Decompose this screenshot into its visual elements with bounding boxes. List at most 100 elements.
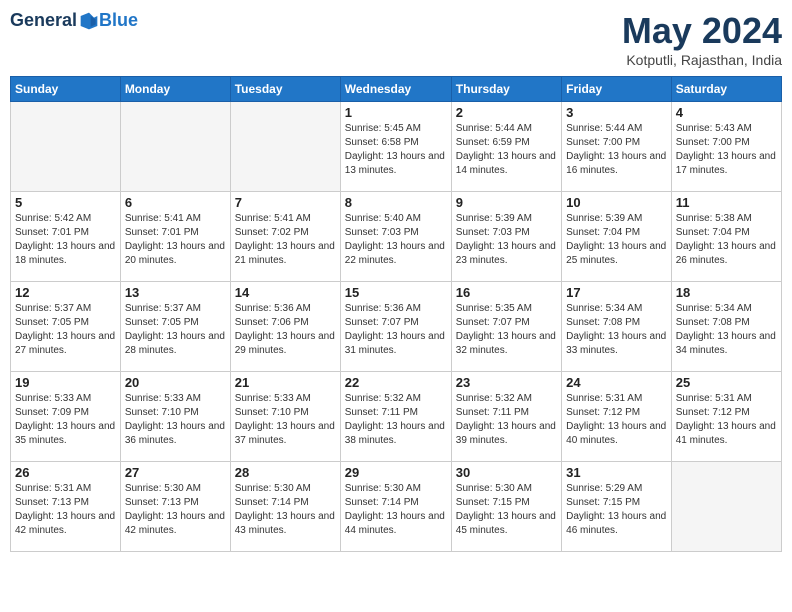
- day-info: Sunrise: 5:45 AMSunset: 6:58 PMDaylight:…: [345, 122, 447, 178]
- day-info: Sunrise: 5:34 AMSunset: 7:08 PMDaylight:…: [676, 302, 777, 358]
- day-info: Sunrise: 5:30 AMSunset: 7:14 PMDaylight:…: [235, 482, 336, 538]
- weekday-header: Thursday: [451, 77, 561, 102]
- calendar-cell: 30 Sunrise: 5:30 AMSunset: 7:15 PMDayligh…: [451, 462, 561, 552]
- day-number: 15: [345, 285, 447, 300]
- day-info: Sunrise: 5:32 AMSunset: 7:11 PMDaylight:…: [345, 392, 447, 448]
- calendar-cell: 31 Sunrise: 5:29 AMSunset: 7:15 PMDayligh…: [562, 462, 672, 552]
- calendar-cell: 1Sunrise: 5:45 AMSunset: 6:58 PMDaylight…: [340, 102, 451, 192]
- day-number: 20: [125, 375, 226, 390]
- day-info: Sunrise: 5:33 AMSunset: 7:10 PMDaylight:…: [125, 392, 226, 448]
- day-number: 13: [125, 285, 226, 300]
- calendar-cell: 18 Sunrise: 5:34 AMSunset: 7:08 PMDayligh…: [671, 282, 781, 372]
- day-number: 9: [456, 195, 557, 210]
- day-number: 14: [235, 285, 336, 300]
- day-info: Sunrise: 5:36 AMSunset: 7:07 PMDaylight:…: [345, 302, 447, 358]
- calendar-cell: 3 Sunrise: 5:44 AMSunset: 7:00 PMDaylight…: [562, 102, 672, 192]
- day-info: Sunrise: 5:30 AMSunset: 7:15 PMDaylight:…: [456, 482, 557, 538]
- day-number: 21: [235, 375, 336, 390]
- calendar-cell: 5 Sunrise: 5:42 AMSunset: 7:01 PMDaylight…: [11, 192, 121, 282]
- day-number: 5: [15, 195, 116, 210]
- calendar-cell: 10 Sunrise: 5:39 AMSunset: 7:04 PMDayligh…: [562, 192, 672, 282]
- day-info: Sunrise: 5:42 AMSunset: 7:01 PMDaylight:…: [15, 212, 116, 268]
- day-info: Sunrise: 5:39 AMSunset: 7:04 PMDaylight:…: [566, 212, 667, 268]
- day-info: Sunrise: 5:34 AMSunset: 7:08 PMDaylight:…: [566, 302, 667, 358]
- calendar-cell: 26 Sunrise: 5:31 AMSunset: 7:13 PMDayligh…: [11, 462, 121, 552]
- page-header: General Blue May 2024 Kotputli, Rajastha…: [10, 10, 782, 68]
- calendar-cell: 11 Sunrise: 5:38 AMSunset: 7:04 PMDayligh…: [671, 192, 781, 282]
- calendar-cell: 4 Sunrise: 5:43 AMSunset: 7:00 PMDaylight…: [671, 102, 781, 192]
- day-number: 22: [345, 375, 447, 390]
- day-number: 31: [566, 465, 667, 480]
- day-number: 4: [676, 105, 777, 120]
- day-info: Sunrise: 5:44 AMSunset: 7:00 PMDaylight:…: [566, 122, 667, 178]
- calendar-cell: 7 Sunrise: 5:41 AMSunset: 7:02 PMDaylight…: [230, 192, 340, 282]
- day-number: 11: [676, 195, 777, 210]
- weekday-header: Friday: [562, 77, 672, 102]
- day-number: 10: [566, 195, 667, 210]
- calendar-cell: 24 Sunrise: 5:31 AMSunset: 7:12 PMDayligh…: [562, 372, 672, 462]
- day-number: 12: [15, 285, 116, 300]
- day-info: Sunrise: 5:35 AMSunset: 7:07 PMDaylight:…: [456, 302, 557, 358]
- calendar-cell: 25 Sunrise: 5:31 AMSunset: 7:12 PMDayligh…: [671, 372, 781, 462]
- weekday-header: Sunday: [11, 77, 121, 102]
- calendar-week-row: 19 Sunrise: 5:33 AMSunset: 7:09 PMDayligh…: [11, 372, 782, 462]
- calendar-cell: 8Sunrise: 5:40 AMSunset: 7:03 PMDaylight…: [340, 192, 451, 282]
- day-info: Sunrise: 5:43 AMSunset: 7:00 PMDaylight:…: [676, 122, 777, 178]
- day-info: Sunrise: 5:30 AMSunset: 7:14 PMDaylight:…: [345, 482, 447, 538]
- day-info: Sunrise: 5:31 AMSunset: 7:12 PMDaylight:…: [566, 392, 667, 448]
- day-info: Sunrise: 5:41 AMSunset: 7:02 PMDaylight:…: [235, 212, 336, 268]
- calendar-cell: 12Sunrise: 5:37 AMSunset: 7:05 PMDayligh…: [11, 282, 121, 372]
- title-block: May 2024 Kotputli, Rajasthan, India: [622, 10, 782, 68]
- day-number: 19: [15, 375, 116, 390]
- calendar-cell: 14Sunrise: 5:36 AMSunset: 7:06 PMDayligh…: [230, 282, 340, 372]
- calendar-cell: 21Sunrise: 5:33 AMSunset: 7:10 PMDayligh…: [230, 372, 340, 462]
- day-info: Sunrise: 5:38 AMSunset: 7:04 PMDaylight:…: [676, 212, 777, 268]
- weekday-header: Saturday: [671, 77, 781, 102]
- day-number: 18: [676, 285, 777, 300]
- calendar-cell: 16Sunrise: 5:35 AMSunset: 7:07 PMDayligh…: [451, 282, 561, 372]
- calendar-week-row: 1Sunrise: 5:45 AMSunset: 6:58 PMDaylight…: [11, 102, 782, 192]
- day-number: 23: [456, 375, 557, 390]
- day-info: Sunrise: 5:29 AMSunset: 7:15 PMDaylight:…: [566, 482, 667, 538]
- weekday-header: Monday: [120, 77, 230, 102]
- day-info: Sunrise: 5:32 AMSunset: 7:11 PMDaylight:…: [456, 392, 557, 448]
- logo-blue-text: Blue: [99, 10, 138, 31]
- calendar-cell: 9 Sunrise: 5:39 AMSunset: 7:03 PMDaylight…: [451, 192, 561, 282]
- logo-general-text: General: [10, 10, 77, 31]
- weekday-header: Wednesday: [340, 77, 451, 102]
- day-number: 17: [566, 285, 667, 300]
- calendar-header-row: SundayMondayTuesdayWednesdayThursdayFrid…: [11, 77, 782, 102]
- day-info: Sunrise: 5:31 AMSunset: 7:12 PMDaylight:…: [676, 392, 777, 448]
- day-info: Sunrise: 5:40 AMSunset: 7:03 PMDaylight:…: [345, 212, 447, 268]
- day-number: 24: [566, 375, 667, 390]
- day-number: 25: [676, 375, 777, 390]
- day-number: 29: [345, 465, 447, 480]
- calendar-week-row: 12 Sunrise: 5:37 AMSunset: 7:05 PMDayligh…: [11, 282, 782, 372]
- calendar-cell: 29 Sunrise: 5:30 AMSunset: 7:14 PMDayligh…: [340, 462, 451, 552]
- day-number: 3: [566, 105, 667, 120]
- logo-icon: [79, 11, 99, 31]
- day-info: Sunrise: 5:33 AMSunset: 7:09 PMDaylight:…: [15, 392, 116, 448]
- day-info: Sunrise: 5:44 AMSunset: 6:59 PMDaylight:…: [456, 122, 557, 178]
- day-number: 30: [456, 465, 557, 480]
- day-info: Sunrise: 5:30 AMSunset: 7:13 PMDaylight:…: [125, 482, 226, 538]
- calendar-cell: [120, 102, 230, 192]
- weekday-header: Tuesday: [230, 77, 340, 102]
- calendar-week-row: 5 Sunrise: 5:42 AMSunset: 7:01 PMDaylight…: [11, 192, 782, 282]
- calendar-cell: 13 Sunrise: 5:37 AMSunset: 7:05 PMDayligh…: [120, 282, 230, 372]
- calendar-cell: [11, 102, 121, 192]
- day-info: Sunrise: 5:41 AMSunset: 7:01 PMDaylight:…: [125, 212, 226, 268]
- day-number: 28: [235, 465, 336, 480]
- day-number: 27: [125, 465, 226, 480]
- day-info: Sunrise: 5:37 AMSunset: 7:05 PMDaylight:…: [125, 302, 226, 358]
- day-number: 7: [235, 195, 336, 210]
- day-info: Sunrise: 5:39 AMSunset: 7:03 PMDaylight:…: [456, 212, 557, 268]
- day-number: 6: [125, 195, 226, 210]
- calendar-cell: [671, 462, 781, 552]
- day-number: 26: [15, 465, 116, 480]
- day-number: 2: [456, 105, 557, 120]
- calendar-cell: 22 Sunrise: 5:32 AMSunset: 7:11 PMDayligh…: [340, 372, 451, 462]
- calendar-cell: 23 Sunrise: 5:32 AMSunset: 7:11 PMDayligh…: [451, 372, 561, 462]
- calendar-week-row: 26 Sunrise: 5:31 AMSunset: 7:13 PMDayligh…: [11, 462, 782, 552]
- day-info: Sunrise: 5:31 AMSunset: 7:13 PMDaylight:…: [15, 482, 116, 538]
